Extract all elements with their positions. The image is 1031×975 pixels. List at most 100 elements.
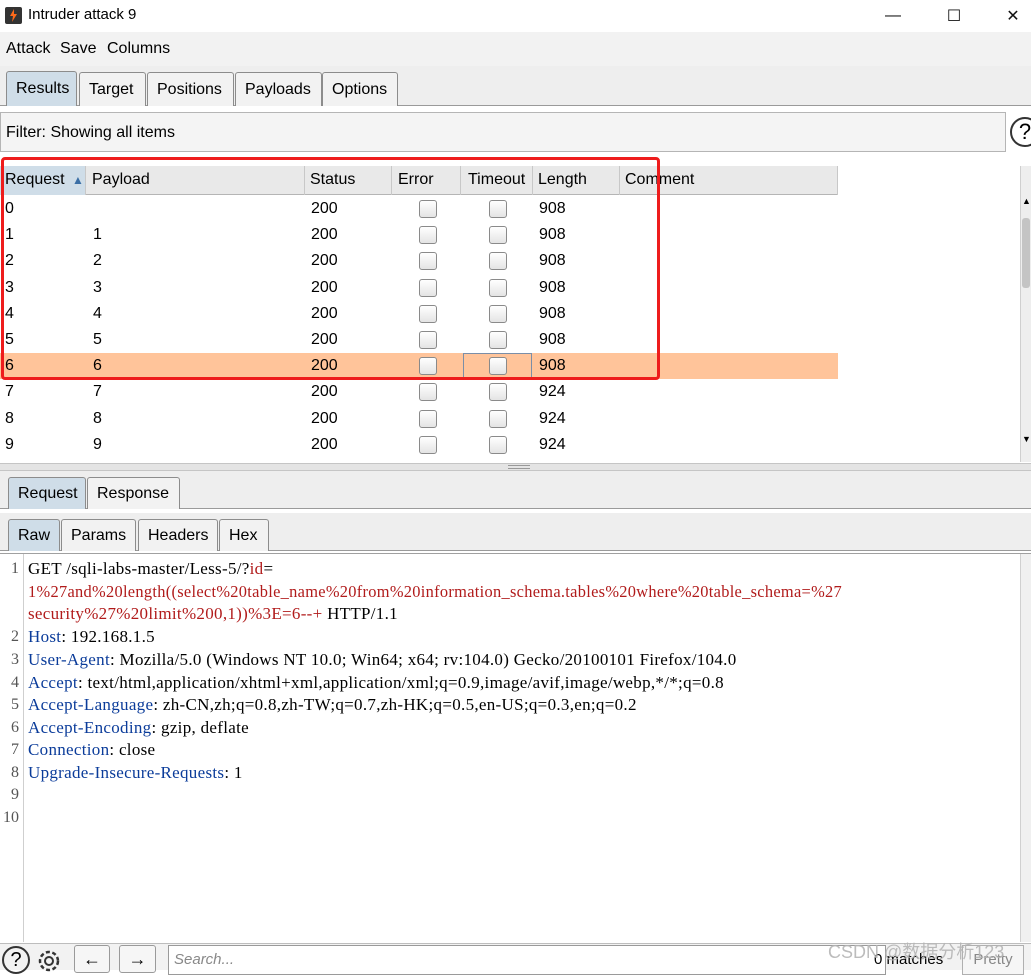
table-row[interactable]: 7 7 200 924 — [0, 379, 838, 405]
cell-payload: 7 — [93, 383, 102, 400]
header-name: Host — [28, 627, 62, 646]
close-button[interactable]: ✕ — [990, 0, 1031, 32]
header-line: Upgrade-Insecure-Requests: 1 — [28, 763, 243, 783]
minimize-button[interactable]: — — [870, 0, 916, 32]
error-checkbox[interactable] — [419, 200, 437, 218]
error-checkbox[interactable] — [419, 331, 437, 349]
column-header-comment[interactable]: Comment — [620, 166, 838, 195]
timeout-checkbox[interactable] — [489, 252, 507, 270]
error-checkbox[interactable] — [419, 383, 437, 401]
error-checkbox[interactable] — [419, 226, 437, 244]
tab-headers[interactable]: Headers — [138, 519, 218, 551]
cell-request: 3 — [5, 279, 14, 296]
tab-options[interactable]: Options — [322, 72, 398, 106]
line-number: 5 — [11, 696, 19, 713]
line-number: 2 — [11, 628, 19, 645]
error-checkbox[interactable] — [419, 436, 437, 454]
timeout-checkbox[interactable] — [489, 383, 507, 401]
cell-payload: 4 — [93, 305, 102, 322]
table-row[interactable]: 6 6 200 908 — [0, 353, 838, 379]
error-checkbox[interactable] — [419, 252, 437, 270]
tab-payloads[interactable]: Payloads — [235, 72, 322, 106]
maximize-button[interactable]: ☐ — [931, 0, 977, 32]
header-name: User-Agent — [28, 650, 110, 669]
menu-save[interactable]: Save — [60, 40, 96, 58]
timeout-checkbox[interactable] — [489, 410, 507, 428]
menu-attack[interactable]: Attack — [6, 40, 50, 58]
timeout-checkbox[interactable] — [489, 436, 507, 454]
error-checkbox[interactable] — [419, 305, 437, 323]
tab-response[interactable]: Response — [87, 477, 180, 509]
cell-length: 908 — [539, 305, 566, 322]
cell-payload: 8 — [93, 410, 102, 427]
cell-payload: 6 — [93, 357, 102, 374]
table-row[interactable]: 3 3 200 908 — [0, 275, 838, 301]
tab-request[interactable]: Request — [8, 477, 86, 509]
error-checkbox[interactable] — [419, 357, 437, 375]
scrollbar-thumb[interactable] — [1022, 218, 1030, 288]
timeout-checkbox[interactable] — [489, 279, 507, 297]
editor-scrollbar[interactable] — [1020, 554, 1031, 942]
table-row[interactable]: 0 200 908 — [0, 196, 838, 222]
timeout-checkbox[interactable] — [489, 200, 507, 218]
table-row[interactable]: 4 4 200 908 — [0, 301, 838, 327]
table-row[interactable]: 8 8 200 924 — [0, 406, 838, 432]
table-row[interactable]: 1 1 200 908 — [0, 222, 838, 248]
error-checkbox[interactable] — [419, 410, 437, 428]
scroll-down-icon[interactable]: ▼ — [1022, 434, 1031, 444]
cell-status: 200 — [311, 226, 338, 243]
column-header-status[interactable]: Status — [305, 166, 392, 195]
column-label: Request — [5, 171, 65, 188]
help-icon[interactable]: ? — [1010, 117, 1031, 147]
timeout-checkbox[interactable] — [489, 331, 507, 349]
back-button[interactable]: ← — [74, 945, 110, 973]
line-number: 8 — [11, 764, 19, 781]
header-value: : gzip, deflate — [151, 718, 249, 737]
column-header-length[interactable]: Length — [533, 166, 620, 195]
column-header-request[interactable]: Request ▲ — [0, 166, 86, 195]
header-value: : zh-CN,zh;q=0.8,zh-TW;q=0.7,zh-HK;q=0.5… — [153, 695, 637, 714]
header-line: Connection: close — [28, 740, 155, 760]
tab-raw[interactable]: Raw — [8, 519, 60, 551]
header-line: User-Agent: Mozilla/5.0 (Windows NT 10.0… — [28, 650, 737, 670]
filter-label[interactable]: Filter: Showing all items — [6, 124, 175, 142]
window-title: Intruder attack 9 — [28, 6, 137, 23]
tab-params[interactable]: Params — [61, 519, 136, 551]
watermark: CSDN @数据分析123 — [828, 942, 1005, 962]
pane-splitter[interactable] — [0, 463, 1031, 471]
column-header-timeout[interactable]: Timeout — [463, 166, 533, 195]
header-value: : close — [109, 740, 156, 759]
header-value: : 1 — [224, 763, 243, 782]
table-row[interactable]: 9 9 200 924 — [0, 432, 838, 458]
cell-length: 908 — [539, 357, 566, 374]
cell-status: 200 — [311, 331, 338, 348]
tab-results[interactable]: Results — [6, 71, 77, 106]
cell-status: 200 — [311, 200, 338, 217]
table-row[interactable]: 2 2 200 908 — [0, 248, 838, 274]
header-value: : text/html,application/xhtml+xml,applic… — [77, 673, 724, 692]
tab-positions[interactable]: Positions — [147, 72, 234, 106]
scroll-up-icon[interactable]: ▲ — [1022, 196, 1031, 206]
http-version: HTTP/1.1 — [322, 604, 398, 623]
cell-request: 5 — [5, 331, 14, 348]
timeout-checkbox[interactable] — [489, 226, 507, 244]
table-scrollbar[interactable]: ▲ ▼ — [1020, 166, 1031, 462]
timeout-checkbox[interactable] — [489, 305, 507, 323]
splitter-grip-icon[interactable] — [508, 465, 530, 469]
table-row[interactable]: 5 5 200 908 — [0, 327, 838, 353]
search-input[interactable]: Search... — [168, 945, 886, 975]
line-number: 4 — [11, 674, 19, 691]
error-checkbox[interactable] — [419, 279, 437, 297]
cell-length: 908 — [539, 279, 566, 296]
column-header-payload[interactable]: Payload — [87, 166, 305, 195]
cell-payload: 9 — [93, 436, 102, 453]
cell-length: 908 — [539, 200, 566, 217]
forward-button[interactable]: → — [119, 945, 156, 973]
column-header-error[interactable]: Error — [393, 166, 461, 195]
header-line: Accept: text/html,application/xhtml+xml,… — [28, 673, 724, 693]
menu-columns[interactable]: Columns — [107, 40, 170, 58]
tab-hex[interactable]: Hex — [219, 519, 269, 551]
cell-request: 0 — [5, 200, 14, 217]
header-name: Upgrade-Insecure-Requests — [28, 763, 225, 782]
tab-target[interactable]: Target — [79, 72, 146, 106]
